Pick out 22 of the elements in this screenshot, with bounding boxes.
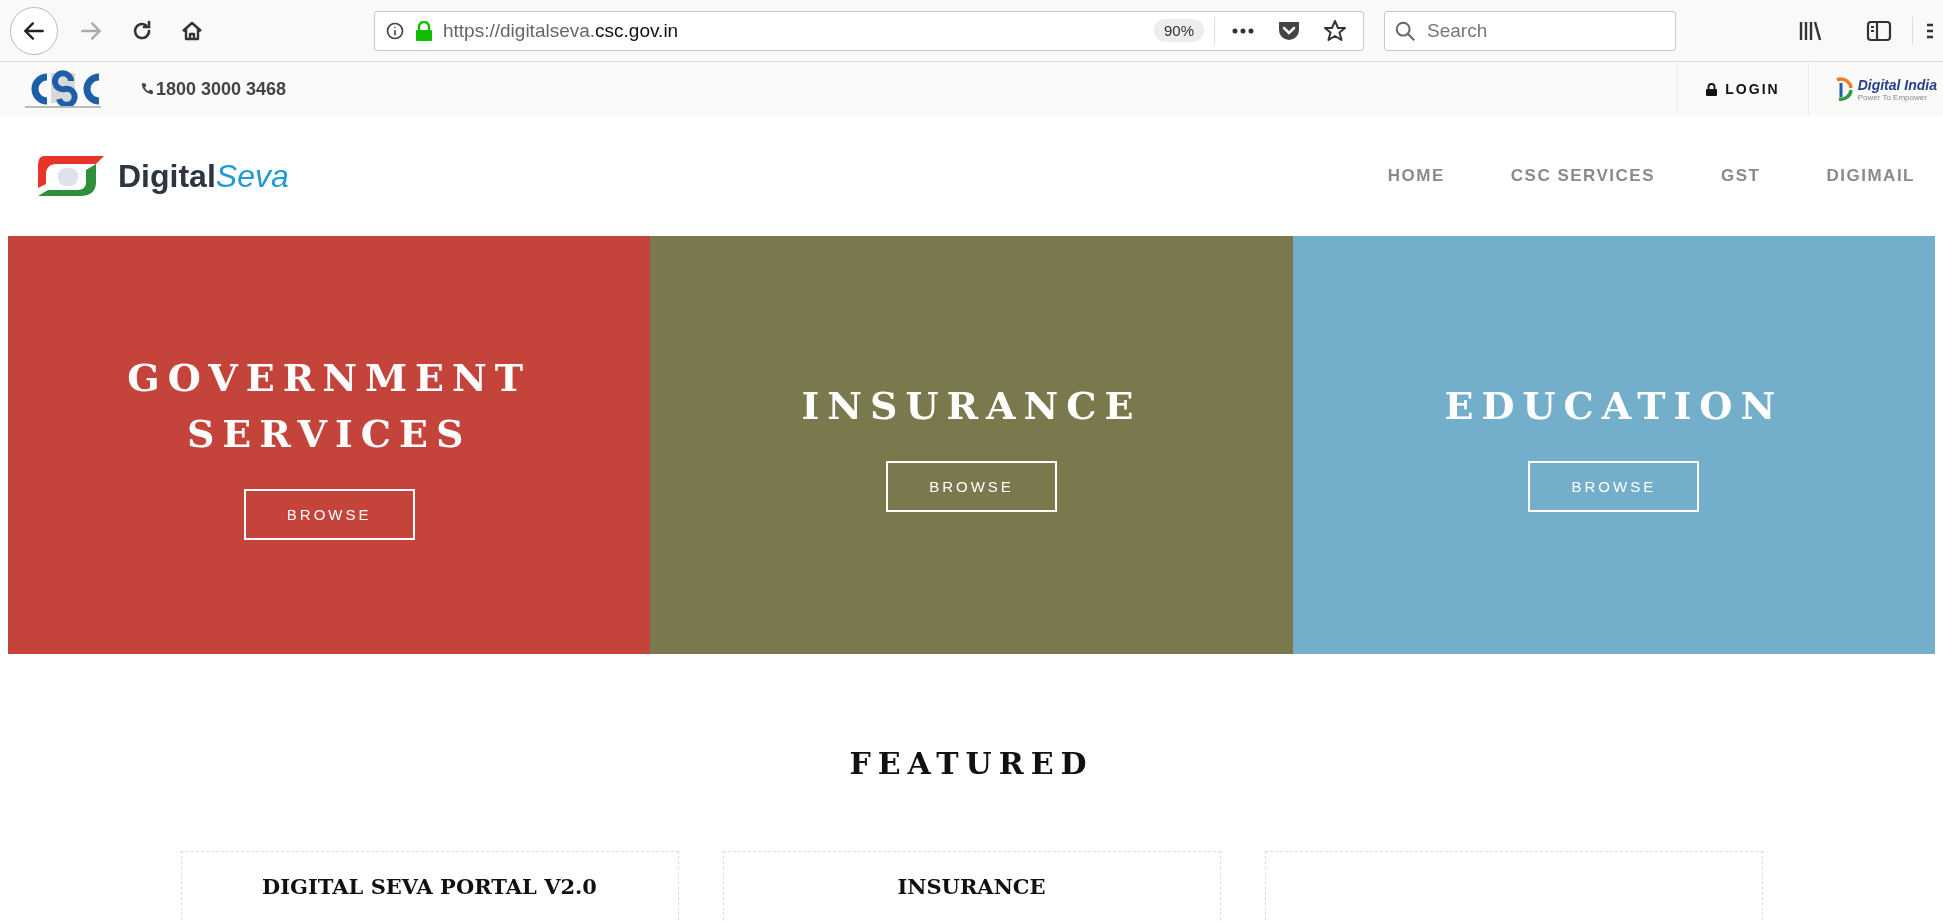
nav-link[interactable]: DIGIMAIL xyxy=(1826,166,1915,186)
address-bar[interactable]: https://digitalseva.csc.gov.in 90% xyxy=(374,10,1364,51)
browse-button[interactable]: BROWSE xyxy=(886,461,1057,513)
browse-button[interactable]: BROWSE xyxy=(1528,461,1700,513)
category-title: GOVERNMENT SERVICES xyxy=(127,354,531,458)
nav-link[interactable]: GST xyxy=(1721,166,1761,186)
zoom-badge[interactable]: 90% xyxy=(1153,19,1204,42)
phone-text: 1800 3000 3468 xyxy=(156,78,287,100)
browse-button[interactable]: BROWSE xyxy=(243,488,415,540)
nav-link[interactable]: CSC SERVICES xyxy=(1510,166,1656,186)
digital-india-title: Digital India xyxy=(1857,76,1937,93)
digital-india-tagline: Power To Empower xyxy=(1857,92,1928,102)
card-title: INSURANCE xyxy=(897,874,1046,901)
category-title: EDUCATION xyxy=(1444,381,1784,430)
login-link[interactable]: LOGIN xyxy=(1677,62,1809,116)
digital-seva-logo[interactable]: DigitalSeva xyxy=(34,148,289,204)
search-field[interactable]: Search xyxy=(1384,10,1676,51)
section-heading: FEATURED xyxy=(849,746,1094,781)
nav-link[interactable]: HOME xyxy=(1387,166,1445,186)
card-title: DIGITAL SEVA PORTAL V2.0 xyxy=(262,874,597,901)
category-title: INSURANCE xyxy=(801,381,1142,430)
url-text: https://digitalseva.csc.gov.in xyxy=(443,19,680,42)
